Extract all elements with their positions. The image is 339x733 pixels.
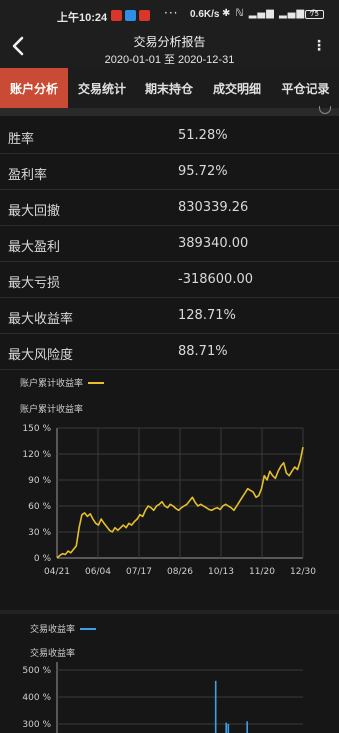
tab-close-records[interactable]: 平仓记录	[272, 68, 339, 108]
status-time: 上午10:24	[57, 12, 108, 24]
y-tick-label: 300 %	[22, 720, 51, 730]
stat-value: 95.72%	[178, 164, 228, 179]
more-notifications-icon: ···	[164, 6, 179, 20]
stat-row-win-rate: 胜率 51.28%	[0, 118, 339, 154]
y-tick-label: 120 %	[22, 450, 51, 460]
stat-label: 最大收益率	[8, 312, 74, 327]
battery-icon: 75	[305, 10, 324, 19]
stats-list: 胜率 51.28% 盈利率 95.72% 最大回撤 830339.26 最大盈利…	[0, 118, 339, 370]
y-tick-label: 400 %	[22, 693, 51, 703]
x-tick-label: 08/26	[167, 567, 193, 577]
app-icon-red-2	[139, 10, 150, 21]
stat-row-max-profit: 最大盈利 389340.00	[0, 226, 339, 262]
stat-row-profit-rate: 盈利率 95.72%	[0, 154, 339, 190]
stat-label: 胜率	[8, 132, 35, 147]
stat-row-max-loss: 最大亏损 -318600.00	[0, 262, 339, 298]
x-tick-label: 06/04	[85, 567, 111, 577]
x-tick-label: 07/17	[126, 567, 152, 577]
trade-return-plot: 300 % 400 % 500 %	[22, 662, 303, 733]
tab-bar: 账户分析 交易统计 期末持仓 成交明细 平仓记录	[0, 68, 339, 108]
x-tick-label: 11/20	[249, 567, 275, 577]
notification-app-icons	[111, 10, 150, 21]
divider	[0, 108, 339, 116]
stat-label: 最大盈利	[8, 240, 61, 255]
y-tick-label: 30 %	[28, 528, 51, 538]
trade-return-chart: 交易收益率 交易收益率 300 % 400 % 500 %	[0, 614, 339, 733]
network-speed: 0.6K/s	[190, 9, 220, 20]
trade-return-bar	[227, 724, 230, 733]
stat-row-max-risk: 最大风险度 88.71%	[0, 334, 339, 370]
tab-trade-stats[interactable]: 交易统计	[68, 68, 136, 108]
stat-label: 最大亏损	[8, 276, 61, 291]
trade-return-bar	[246, 721, 248, 733]
stat-value: 88.71%	[178, 344, 228, 359]
status-bar: 上午10:24 ··· 0.6K/s ✱ ℕ ▂▄▆ ▂▄▆ ◠ 75	[0, 0, 339, 28]
stat-value: -318600.00	[178, 272, 253, 287]
x-tick-label: 04/21	[44, 567, 70, 577]
y-tick-label: 500 %	[22, 666, 51, 676]
stat-value: 389340.00	[178, 236, 249, 251]
y-tick-label: 90 %	[28, 476, 51, 486]
stat-value: 51.28%	[178, 128, 228, 143]
app-header: 交易分析报告 2020-01-01 至 2020-12-31 ⋮	[0, 28, 339, 68]
stat-label: 盈利率	[8, 168, 48, 183]
stat-value: 128.71%	[178, 308, 236, 323]
y-tick-label: 150 %	[22, 424, 51, 434]
y-tick-label: 0 %	[34, 554, 52, 564]
app-icon-blue	[125, 10, 136, 21]
date-range: 2020-01-01 至 2020-12-31	[104, 54, 235, 66]
stat-row-max-return: 最大收益率 128.71%	[0, 298, 339, 334]
stat-label: 最大风险度	[8, 348, 74, 363]
tab-account-analysis[interactable]: 账户分析	[0, 68, 68, 108]
stat-value: 830339.26	[178, 200, 249, 215]
page-title: 交易分析报告	[133, 35, 206, 49]
trade-return-bar	[225, 722, 227, 733]
y-tick-label: 60 %	[28, 502, 51, 512]
stat-row-max-drawdown: 最大回撤 830339.26	[0, 190, 339, 226]
stat-label: 最大回撤	[8, 204, 61, 219]
x-tick-label: 10/13	[208, 567, 234, 577]
tab-trade-details[interactable]: 成交明细	[202, 68, 272, 108]
tab-ending-positions[interactable]: 期末持仓	[136, 68, 202, 108]
trade-return-bar	[214, 680, 217, 733]
cumulative-return-plot: 0 % 30 % 60 % 90 % 120 % 150 % 04/21 06/04 07/17…	[22, 424, 316, 577]
app-icon-red	[111, 10, 122, 21]
x-tick-label: 12/30	[290, 567, 316, 577]
more-menu-button[interactable]: ⋮	[312, 38, 326, 54]
cumulative-return-chart: 账户累计收益率 账户累计收益率 0 % 30 % 60 % 90 % 120 % 150 …	[0, 370, 339, 610]
